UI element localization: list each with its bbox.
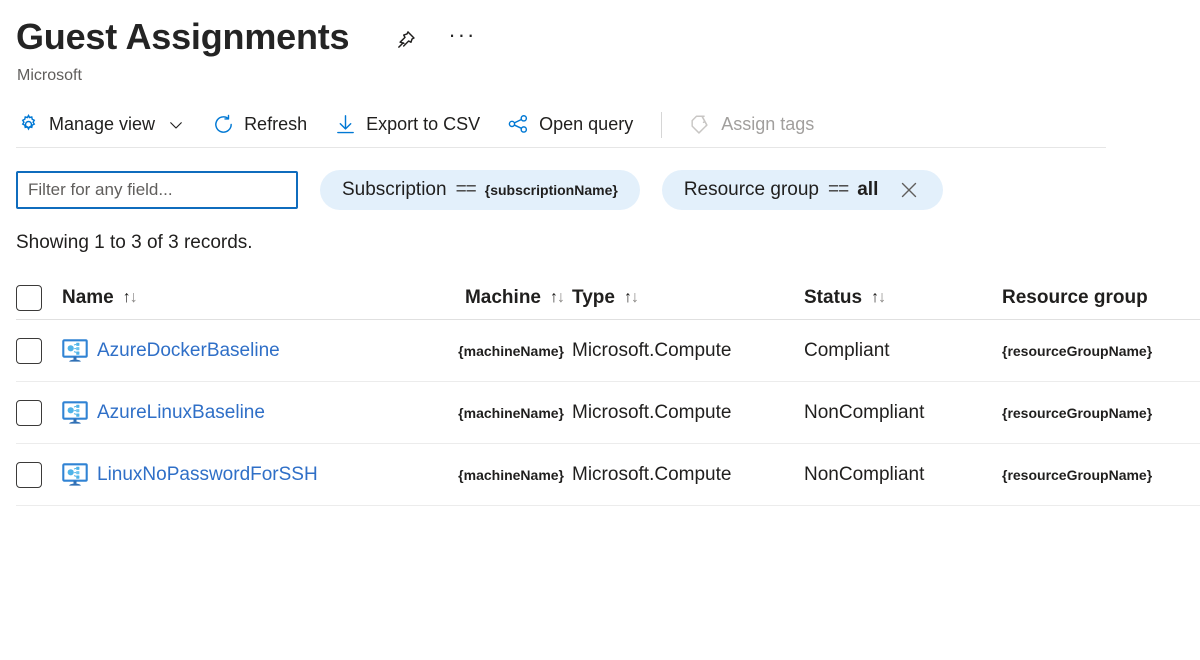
row-checkbox[interactable] xyxy=(16,462,42,488)
row-machine-cell: {machineName} xyxy=(402,343,572,359)
guest-assignments-page: Guest Assignments ··· Microsoft xyxy=(0,0,1200,660)
row-type-cell: Microsoft.Compute xyxy=(572,340,804,362)
sort-icon-type[interactable]: ↑↓ xyxy=(624,290,638,306)
assignment-name-link[interactable]: AzureDockerBaseline xyxy=(97,340,280,362)
refresh-label: Refresh xyxy=(244,114,307,135)
resource-group-filter-label: Resource group xyxy=(684,179,819,201)
page-title: Guest Assignments xyxy=(16,14,349,60)
refresh-icon xyxy=(211,113,235,137)
row-type-cell: Microsoft.Compute xyxy=(572,402,804,424)
table-header-row: Name ↑↓ Machine ↑↓ Type ↑↓ Status xyxy=(16,276,1200,320)
open-query-label: Open query xyxy=(539,114,633,135)
resource-group-filter-value: all xyxy=(857,179,878,201)
page-subtitle: Microsoft xyxy=(17,66,1200,86)
manage-view-button[interactable]: Manage view xyxy=(16,108,185,142)
column-header-name[interactable]: Name ↑↓ xyxy=(62,287,402,309)
row-status-cell: NonCompliant xyxy=(804,402,1002,424)
row-name-cell: AzureLinuxBaseline xyxy=(62,401,402,425)
title-actions: ··· xyxy=(393,16,475,58)
assignments-table: Name ↑↓ Machine ↑↓ Type ↑↓ Status xyxy=(16,276,1200,506)
search-input[interactable] xyxy=(16,171,298,209)
subscription-filter-operator: == xyxy=(456,179,476,201)
gear-icon xyxy=(16,113,40,137)
sort-icon-machine[interactable]: ↑↓ xyxy=(550,290,564,306)
manage-view-label: Manage view xyxy=(49,114,155,135)
sort-icon-status[interactable]: ↑↓ xyxy=(871,290,885,306)
table-row[interactable]: LinuxNoPasswordForSSH {machineName} Micr… xyxy=(16,444,1200,506)
assign-tags-button: Assign tags xyxy=(688,108,814,142)
row-status-cell: NonCompliant xyxy=(804,464,1002,486)
row-resource-group-cell: {resourceGroupName} xyxy=(1002,343,1200,359)
column-header-type-label: Type xyxy=(572,287,615,309)
column-header-status-label: Status xyxy=(804,287,862,309)
status-badge: Compliant xyxy=(804,340,890,362)
row-status-cell: Compliant xyxy=(804,340,1002,362)
row-name-cell: LinuxNoPasswordForSSH xyxy=(62,463,402,487)
table-row[interactable]: AzureLinuxBaseline {machineName} Microso… xyxy=(16,382,1200,444)
row-select-cell xyxy=(16,462,62,488)
column-header-resource-group-label: Resource group xyxy=(1002,287,1148,309)
row-type-cell: Microsoft.Compute xyxy=(572,464,804,486)
records-count: Showing 1 to 3 of 3 records. xyxy=(16,232,1200,254)
column-header-type[interactable]: Type ↑↓ xyxy=(572,287,804,309)
subscription-filter-value: {subscriptionName} xyxy=(485,182,618,198)
select-all-checkbox[interactable] xyxy=(16,285,42,311)
page-header: Guest Assignments ··· Microsoft xyxy=(0,0,1200,86)
column-header-status[interactable]: Status ↑↓ xyxy=(804,287,1002,309)
row-select-cell xyxy=(16,400,62,426)
pin-icon[interactable] xyxy=(393,27,419,53)
export-csv-button[interactable]: Export to CSV xyxy=(333,108,480,142)
command-bar-divider xyxy=(661,112,662,138)
command-bar: Manage view Refresh xyxy=(16,104,1106,148)
resource-group-filter-operator: == xyxy=(828,179,848,201)
column-header-resource-group[interactable]: Resource group xyxy=(1002,287,1200,309)
chevron-down-icon xyxy=(167,116,185,134)
more-options-icon[interactable]: ··· xyxy=(449,22,475,58)
share-graph-icon xyxy=(506,113,530,137)
row-machine-cell: {machineName} xyxy=(402,467,572,483)
row-machine-cell: {machineName} xyxy=(402,405,572,421)
vm-guest-configuration-icon xyxy=(62,463,88,487)
table-row[interactable]: AzureDockerBaseline {machineName} Micros… xyxy=(16,320,1200,382)
row-select-cell xyxy=(16,338,62,364)
vm-guest-configuration-icon xyxy=(62,339,88,363)
title-row: Guest Assignments ··· xyxy=(16,14,1200,60)
status-badge: NonCompliant xyxy=(804,464,924,486)
row-name-cell: AzureDockerBaseline xyxy=(62,339,402,363)
download-icon xyxy=(333,113,357,137)
status-badge: NonCompliant xyxy=(804,402,924,424)
assignment-name-link[interactable]: AzureLinuxBaseline xyxy=(97,402,265,424)
filter-pill-resource-group[interactable]: Resource group == all xyxy=(662,170,944,210)
vm-guest-configuration-icon xyxy=(62,401,88,425)
subscription-filter-label: Subscription xyxy=(342,179,447,201)
column-header-machine[interactable]: Machine ↑↓ xyxy=(402,287,572,309)
refresh-button[interactable]: Refresh xyxy=(211,108,307,142)
column-header-name-label: Name xyxy=(62,287,114,309)
open-query-button[interactable]: Open query xyxy=(506,108,633,142)
tags-icon xyxy=(688,113,712,137)
close-icon[interactable] xyxy=(897,178,921,202)
row-checkbox[interactable] xyxy=(16,400,42,426)
row-resource-group-cell: {resourceGroupName} xyxy=(1002,467,1200,483)
assignment-name-link[interactable]: LinuxNoPasswordForSSH xyxy=(97,464,318,486)
select-all-cell xyxy=(16,285,62,311)
assign-tags-label: Assign tags xyxy=(721,114,814,135)
row-checkbox[interactable] xyxy=(16,338,42,364)
row-resource-group-cell: {resourceGroupName} xyxy=(1002,405,1200,421)
sort-icon-name[interactable]: ↑↓ xyxy=(123,290,137,306)
filter-pill-subscription[interactable]: Subscription == {subscriptionName} xyxy=(320,170,640,210)
export-csv-label: Export to CSV xyxy=(366,114,480,135)
column-header-machine-label: Machine xyxy=(465,287,541,309)
filter-bar: Subscription == {subscriptionName} Resou… xyxy=(16,170,1200,210)
